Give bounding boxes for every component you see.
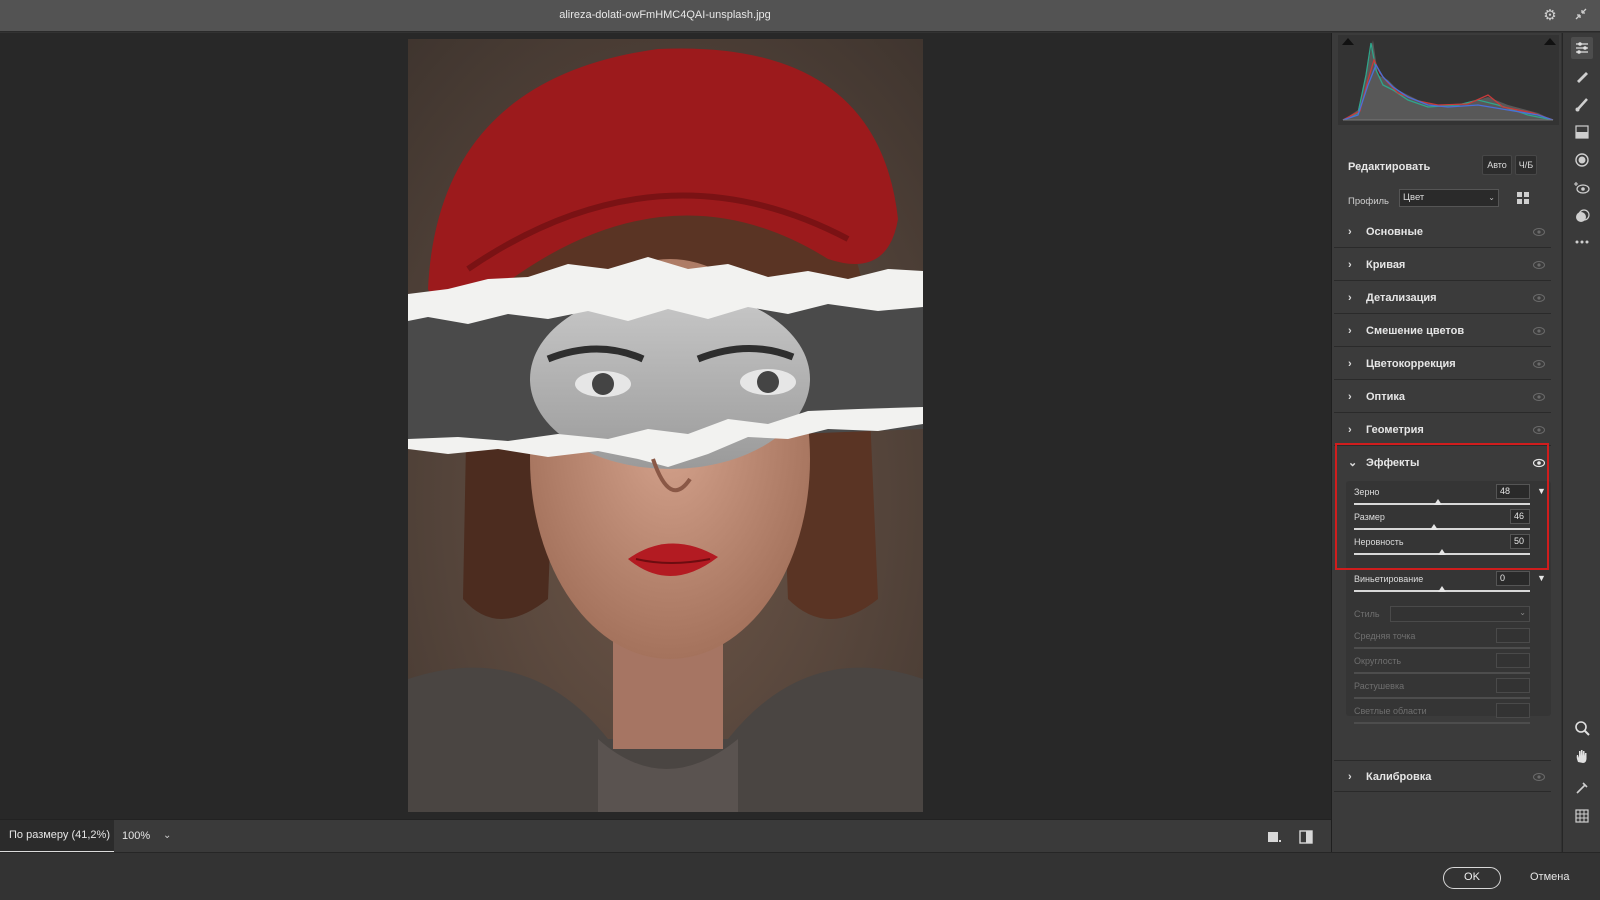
chevron-right-icon: ›: [1348, 424, 1352, 436]
feather-label: Растушевка: [1354, 681, 1405, 691]
brush-icon[interactable]: [1571, 93, 1593, 115]
roundness-value-input[interactable]: [1496, 653, 1530, 668]
section-label: Смешение цветов: [1366, 325, 1465, 337]
vignette-style-row: Стиль ⌄: [1346, 606, 1551, 626]
gear-icon[interactable]: ⚙: [1541, 7, 1559, 25]
single-view-icon[interactable]: [1265, 828, 1283, 846]
profile-value: Цвет: [1403, 192, 1425, 203]
vignette-style-select[interactable]: ⌄: [1390, 606, 1530, 622]
tool-strip: [1562, 33, 1600, 852]
midpoint-label: Средняя точка: [1354, 631, 1416, 641]
style-label: Стиль: [1354, 609, 1380, 619]
zoom-dropdown-chevron-icon[interactable]: ⌄: [163, 830, 175, 842]
dialog-footer: OK Отмена: [0, 852, 1600, 900]
section-calibration[interactable]: › Калибровка: [1334, 760, 1551, 792]
midpoint-value-input[interactable]: [1496, 628, 1530, 643]
eye-icon[interactable]: [1533, 425, 1545, 435]
section-label: Основные: [1366, 226, 1423, 238]
presets-icon[interactable]: [1571, 205, 1593, 227]
zoom-icon[interactable]: [1571, 717, 1593, 739]
highlights-value-input[interactable]: [1496, 703, 1530, 718]
bw-button[interactable]: Ч/Б: [1515, 155, 1537, 175]
eye-icon[interactable]: [1533, 772, 1545, 782]
collapse-triangle-icon[interactable]: ▼: [1537, 573, 1546, 583]
before-after-view-icon[interactable]: [1297, 828, 1315, 846]
photo-preview: [408, 39, 923, 812]
histogram: [1338, 35, 1559, 125]
cancel-button[interactable]: Отмена: [1530, 871, 1569, 883]
edit-sliders-icon[interactable]: [1571, 37, 1593, 59]
chevron-right-icon: ›: [1348, 771, 1352, 783]
roundness-label: Округлость: [1354, 656, 1402, 666]
section-label: Калибровка: [1366, 771, 1432, 783]
section-label: Геометрия: [1366, 424, 1424, 436]
collapse-icon[interactable]: [1572, 7, 1590, 25]
hand-icon[interactable]: [1571, 745, 1593, 767]
vignette-slider-thumb[interactable]: [1438, 586, 1446, 592]
midpoint-track[interactable]: [1354, 647, 1530, 649]
vignette-label: Виньетирование: [1354, 574, 1424, 584]
section-geometry[interactable]: › Геометрия: [1334, 414, 1551, 446]
image-canvas[interactable]: [0, 33, 1331, 819]
zoom-fit-button[interactable]: По размеру (41,2%): [0, 820, 114, 853]
vignette-value-input[interactable]: 0: [1496, 571, 1530, 586]
effects-highlight-box: [1335, 443, 1549, 570]
section-label: Оптика: [1366, 391, 1405, 403]
chevron-down-icon: ⌄: [1519, 608, 1526, 617]
edit-header: Редактировать Авто Ч/Б: [1332, 149, 1562, 185]
section-label: Цветокоррекция: [1366, 358, 1456, 370]
highlights-track[interactable]: [1354, 722, 1530, 724]
eye-icon[interactable]: [1533, 293, 1545, 303]
profile-select[interactable]: Цвет ⌄: [1399, 189, 1499, 207]
radial-filter-icon[interactable]: [1571, 149, 1593, 171]
profile-label: Профиль: [1348, 196, 1390, 207]
section-label: Кривая: [1366, 259, 1406, 271]
section-basic[interactable]: › Основные: [1334, 216, 1551, 248]
chevron-right-icon: ›: [1348, 292, 1352, 304]
eye-icon[interactable]: [1533, 326, 1545, 336]
section-color-mixer[interactable]: › Смешение цветов: [1334, 315, 1551, 347]
vignette-slider-row[interactable]: Виньетирование 0 ▼: [1346, 571, 1551, 599]
chevron-right-icon: ›: [1348, 259, 1352, 271]
profile-browser-icon[interactable]: [1517, 192, 1530, 205]
section-optics[interactable]: › Оптика: [1334, 381, 1551, 413]
highlights-label: Светлые области: [1354, 706, 1427, 716]
profile-row: Профиль Цвет ⌄: [1332, 186, 1562, 216]
chevron-right-icon: ›: [1348, 226, 1352, 238]
healing-icon[interactable]: [1571, 65, 1593, 87]
feather-track[interactable]: [1354, 697, 1530, 699]
feather-value-input[interactable]: [1496, 678, 1530, 693]
grid-overlay-icon[interactable]: [1571, 805, 1593, 827]
auto-button[interactable]: Авто: [1482, 155, 1512, 175]
title-bar: alireza-dolati-owFmHMC4QAI-unsplash.jpg …: [0, 0, 1600, 32]
section-curve[interactable]: › Кривая: [1334, 249, 1551, 281]
roundness-track[interactable]: [1354, 672, 1530, 674]
edit-title: Редактировать: [1348, 161, 1431, 173]
more-icon[interactable]: [1571, 231, 1593, 253]
chevron-right-icon: ›: [1348, 391, 1352, 403]
ok-button[interactable]: OK: [1443, 867, 1501, 889]
chevron-down-icon: ⌄: [1488, 193, 1495, 202]
gradient-icon[interactable]: [1571, 121, 1593, 143]
highlights-slider-row[interactable]: Светлые области: [1346, 703, 1551, 731]
section-label: Детализация: [1366, 292, 1437, 304]
status-bar: По размеру (41,2%) 100% ⌄: [0, 819, 1331, 853]
eye-icon[interactable]: [1533, 359, 1545, 369]
eye-icon[interactable]: [1533, 392, 1545, 402]
section-color-grading[interactable]: › Цветокоррекция: [1334, 348, 1551, 380]
chevron-right-icon: ›: [1348, 358, 1352, 370]
chevron-right-icon: ›: [1348, 325, 1352, 337]
red-eye-icon[interactable]: [1571, 177, 1593, 199]
color-sampler-icon[interactable]: [1571, 777, 1593, 799]
zoom-100-button[interactable]: 100%: [122, 820, 150, 853]
window-title: alireza-dolati-owFmHMC4QAI-unsplash.jpg: [559, 9, 771, 21]
section-detail[interactable]: › Детализация: [1334, 282, 1551, 314]
eye-icon[interactable]: [1533, 260, 1545, 270]
eye-icon[interactable]: [1533, 227, 1545, 237]
